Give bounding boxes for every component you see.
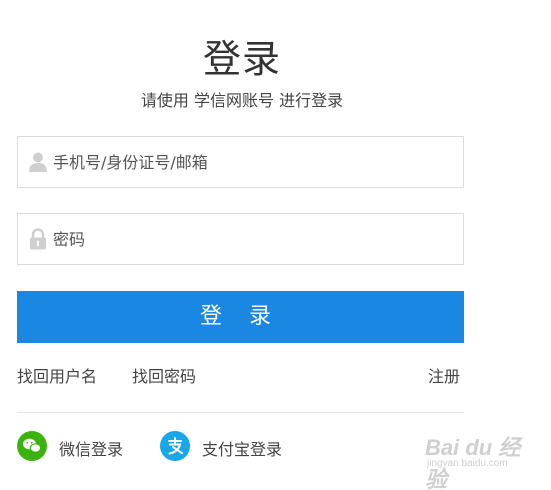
register-link[interactable]: 注册 [428, 363, 460, 387]
wechat-login-button[interactable]: 微信登录 [17, 431, 137, 463]
baidu-watermark: Bai du 经验 jingyan.baidu.com [421, 426, 531, 490]
login-button[interactable]: 登 录 [17, 291, 464, 343]
wechat-login-label: 微信登录 [59, 440, 124, 459]
divider [17, 412, 464, 413]
lock-icon [28, 228, 48, 250]
page-title: 登录 [202, 37, 281, 81]
find-username-link[interactable]: 找回用户名 [17, 363, 97, 387]
user-icon [28, 151, 48, 173]
alipay-login-label: 支付宝登录 [202, 440, 283, 459]
wechat-icon [17, 431, 47, 461]
alipay-login-button[interactable]: 支付宝登录 [160, 431, 300, 463]
password-input[interactable] [53, 214, 455, 264]
find-password-link[interactable]: 找回密码 [132, 363, 196, 387]
username-field[interactable] [17, 136, 464, 188]
password-field[interactable] [17, 213, 464, 265]
alipay-icon [160, 431, 190, 461]
watermark-url: jingyan.baidu.com [427, 458, 508, 469]
username-input[interactable] [53, 137, 455, 187]
login-page: 登录 请使用 学信网账号 进行登录 登 录 找回用户名 找回密码 注册 [0, 0, 551, 490]
page-subtitle: 请使用 学信网账号 进行登录 [140, 91, 344, 110]
